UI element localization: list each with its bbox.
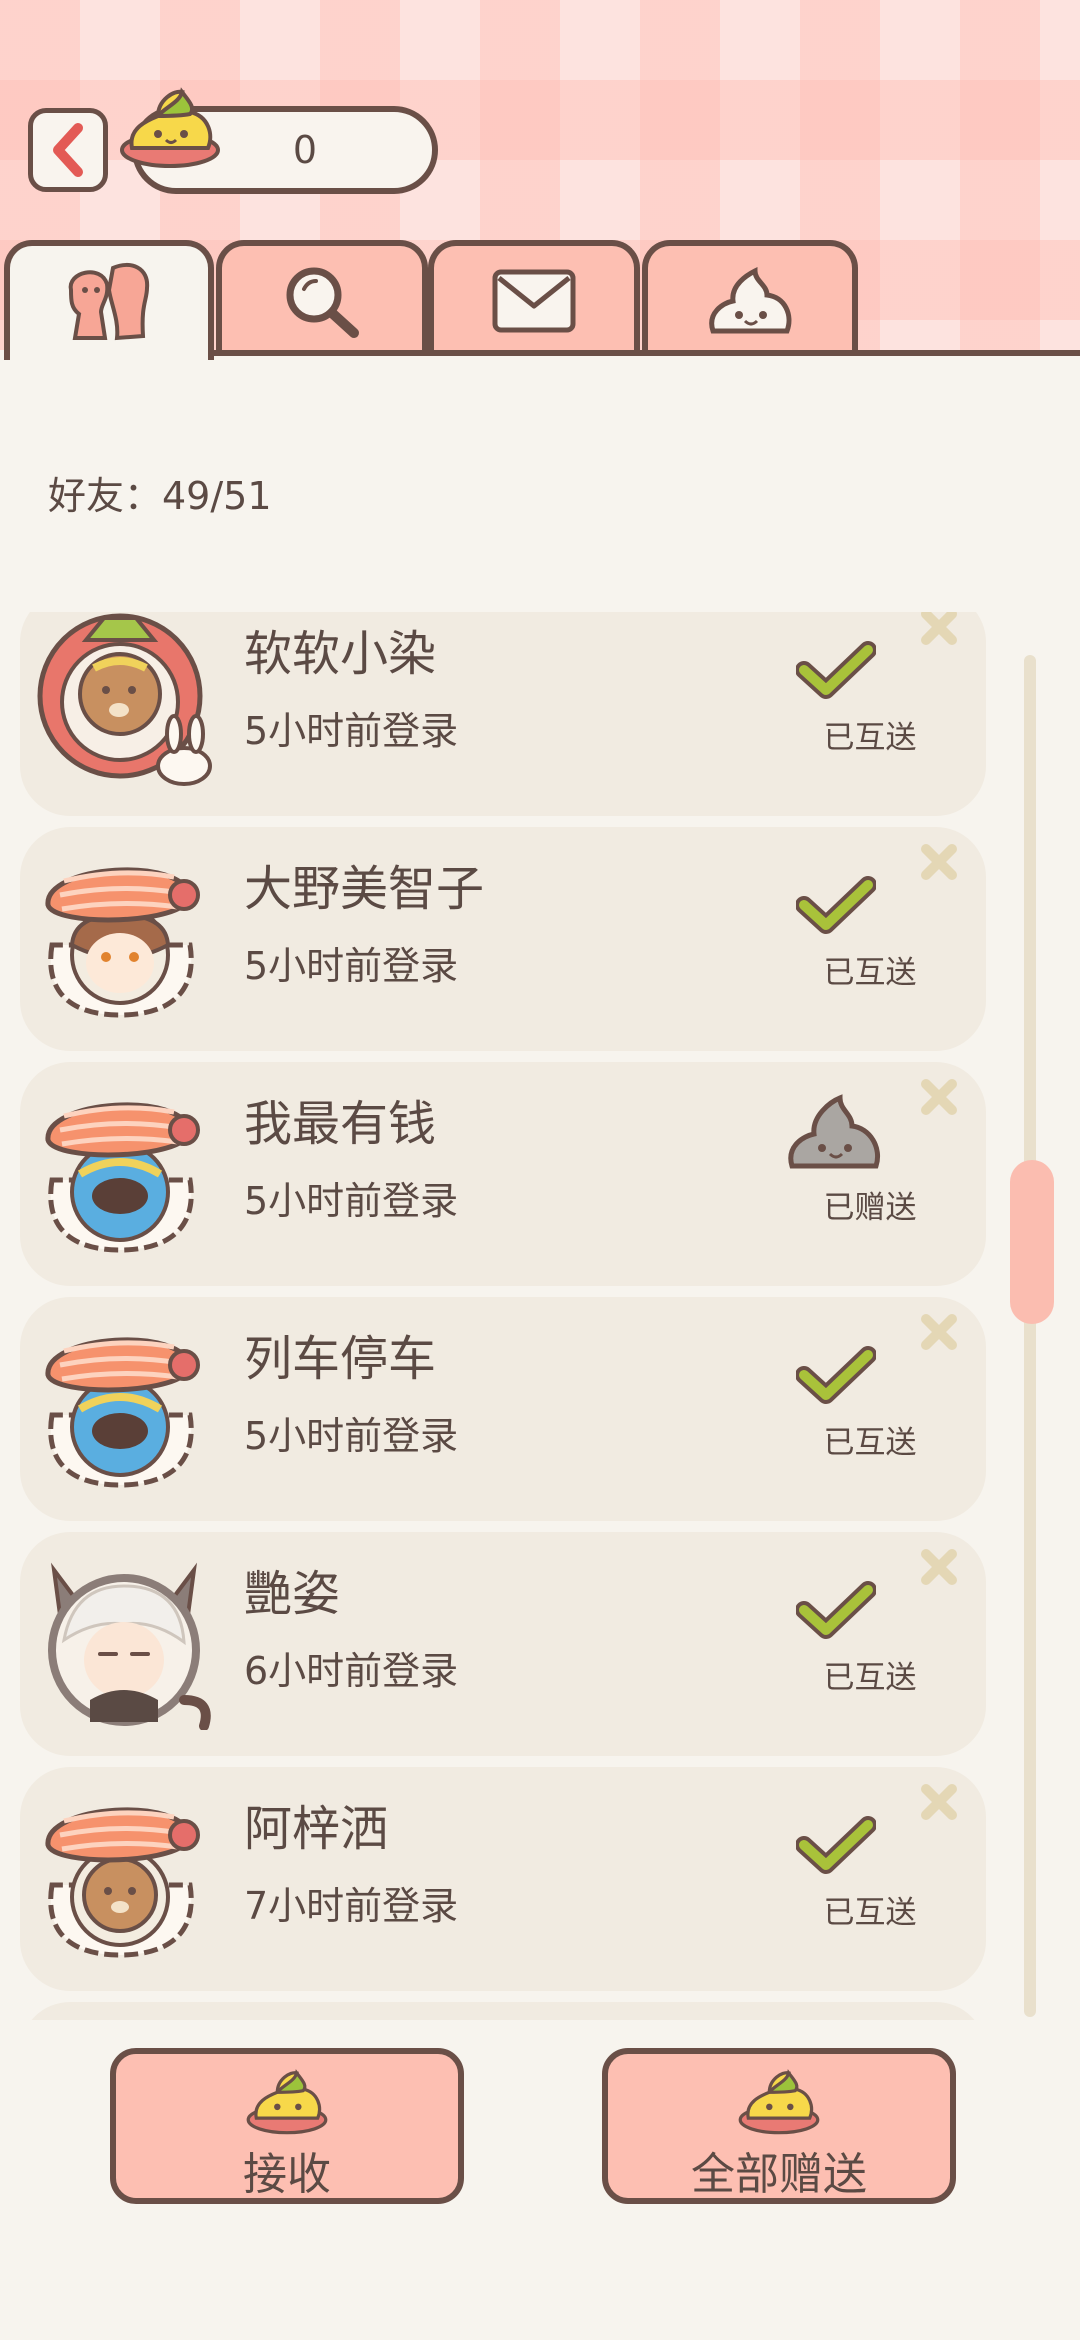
tab-mail[interactable] [428,240,640,355]
friend-last-login: 5小时前登录 [244,1414,459,1458]
scrollbar-thumb[interactable] [1010,1160,1054,1324]
close-icon[interactable] [918,841,960,883]
close-icon[interactable] [918,1076,960,1118]
friend-last-login: 5小时前登录 [244,1179,459,1223]
chevron-left-icon [53,123,83,177]
send-all-button-label: 全部赠送 [691,2149,867,2200]
friend-last-login: 5小时前登录 [244,709,459,753]
send-all-button[interactable]: 全部赠送 [602,2048,956,2204]
friend-row[interactable]: 软软小染 5小时前登录 已互送 [20,612,986,816]
poop-coin-icon [738,2069,820,2135]
gift-status: 已互送 [823,1895,917,1931]
friend-name: 我最有钱 [244,1096,437,1152]
gift-status: 已赠送 [823,1190,917,1226]
poop-coin-icon [120,87,220,168]
gift-status: 已互送 [823,720,917,756]
check-icon [796,1581,876,1639]
gift-status: 已互送 [823,1660,917,1696]
close-icon[interactable] [918,1781,960,1823]
friends-icon [68,262,150,341]
scrollbar-track[interactable] [1024,655,1036,2017]
friend-name: 软软小染 [244,626,437,682]
salmon-sushi-avatar [45,1337,200,1488]
friend-last-login: 6小时前登录 [244,1649,459,1693]
cat-ear-avatar [48,1562,211,1730]
friend-last-login: 7小时前登录 [244,1884,459,1928]
rabbit-bear-avatar [37,613,212,786]
friend-list[interactable]: 软软小染 5小时前登录 已互送 大野美智子 5小时前登录 已互送 我最有钱 5小… [20,612,988,2020]
check-icon [796,1816,876,1874]
close-icon[interactable] [918,612,960,648]
poop-coin-icon [246,2069,328,2135]
salmon-sushi-avatar [45,1807,200,1958]
friend-row[interactable] [20,2002,986,2020]
receive-button-label: 接收 [243,2149,331,2200]
tab-search[interactable] [216,240,428,355]
tab-bar [0,240,1080,360]
gift-status: 已互送 [823,955,917,991]
friend-row[interactable]: 大野美智子 5小时前登录 已互送 [20,827,986,1051]
friend-name: 大野美智子 [244,861,485,917]
close-icon[interactable] [918,1546,960,1588]
back-button[interactable] [28,108,108,192]
friend-row[interactable]: 阿梓洒 7小时前登录 已互送 [20,1767,986,1991]
friend-row[interactable]: 艷姿 6小时前登录 已互送 [20,1532,986,1756]
gift-poop-icon [709,266,792,333]
friend-row[interactable]: 列车停车 5小时前登录 已互送 [20,1297,986,1521]
mail-icon [492,269,576,332]
gray-poop-icon [788,1094,880,1169]
gift-status: 已互送 [823,1425,917,1461]
friends-count: 好友：49/51 [48,474,272,518]
tab-divider [214,350,1080,356]
friend-name: 艷姿 [244,1566,341,1622]
friend-name: 阿梓洒 [244,1801,389,1857]
check-icon [796,876,876,934]
search-icon [286,267,359,338]
check-icon [796,641,876,699]
friend-row[interactable]: 我最有钱 5小时前登录 已赠送 [20,1062,986,1286]
tab-friends[interactable] [4,240,214,360]
friend-last-login: 5小时前登录 [244,944,459,988]
check-icon [796,1346,876,1404]
friend-name: 列车停车 [244,1331,437,1387]
receive-button[interactable]: 接收 [110,2048,464,2204]
close-icon[interactable] [918,1311,960,1353]
tab-gift[interactable] [642,240,858,355]
salmon-sushi-avatar [45,867,200,1018]
salmon-sushi-avatar [45,1102,200,1253]
